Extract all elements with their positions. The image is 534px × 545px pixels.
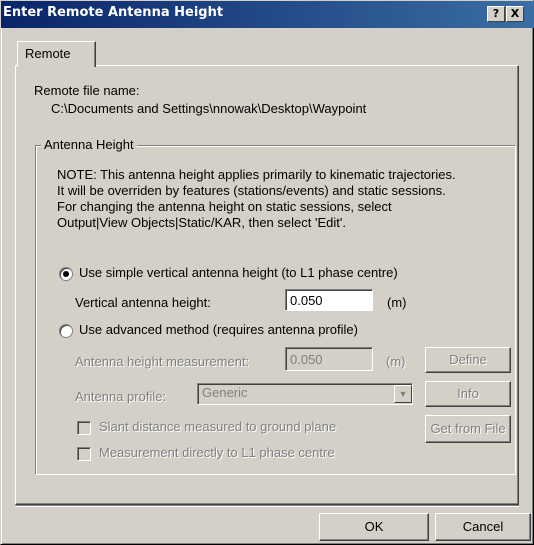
vertical-height-label: Vertical antenna height: [75, 295, 211, 310]
note-line: NOTE: This antenna height applies primar… [57, 167, 456, 182]
antenna-profile-select[interactable]: Generic [197, 383, 413, 405]
ok-button[interactable]: OK [319, 513, 429, 541]
slant-distance-checkbox[interactable] [77, 421, 91, 435]
cancel-button[interactable]: Cancel [435, 513, 531, 541]
window-title: Enter Remote Antenna Height [3, 5, 224, 20]
remote-file-label: Remote file name: [34, 83, 140, 98]
info-button[interactable]: Info [425, 381, 511, 407]
remote-file-path: C:\Documents and Settings\nnowak\Desktop… [51, 101, 367, 116]
simple-method-label[interactable]: Use simple vertical antenna height (to L… [79, 265, 398, 280]
get-from-file-button[interactable]: Get from File [425, 415, 511, 443]
note-line: It will be overriden by features (statio… [57, 183, 446, 198]
slant-distance-label: Slant distance measured to ground plane [99, 419, 337, 434]
help-button[interactable]: ? [487, 6, 505, 22]
note-text: NOTE: This antenna height applies primar… [57, 167, 456, 231]
divider [15, 505, 519, 507]
antenna-profile-label: Antenna profile: [75, 389, 167, 404]
antenna-profile-value: Generic [202, 385, 248, 400]
direct-to-l1-checkbox[interactable] [77, 447, 91, 461]
vertical-height-input[interactable] [285, 289, 373, 311]
advanced-method-radio[interactable] [59, 324, 73, 338]
simple-method-radio[interactable] [59, 267, 73, 281]
measurement-input[interactable] [285, 347, 373, 371]
advanced-method-label[interactable]: Use advanced method (requires antenna pr… [79, 322, 358, 337]
tab-remote-label: Remote [25, 46, 71, 61]
tab-remote[interactable]: Remote [17, 41, 96, 67]
vertical-height-unit: (m) [387, 295, 407, 310]
close-button[interactable]: X [506, 6, 524, 22]
note-line: For changing the antenna height on stati… [57, 199, 392, 214]
define-button[interactable]: Define [425, 347, 511, 373]
antenna-height-group-title: Antenna Height [41, 137, 137, 152]
dropdown-arrow-icon[interactable]: ▼ [394, 385, 412, 403]
measurement-unit: (m) [386, 354, 406, 369]
note-line: Output|View Objects|Static/KAR, then sel… [57, 215, 346, 230]
dialog-window: Enter Remote Antenna Height ? X Remote R… [0, 0, 534, 545]
title-bar[interactable]: Enter Remote Antenna Height ? X [1, 1, 534, 28]
radio-selected-dot [63, 271, 69, 277]
measurement-label: Antenna height measurement: [75, 354, 250, 369]
direct-to-l1-label: Measurement directly to L1 phase centre [99, 445, 335, 460]
